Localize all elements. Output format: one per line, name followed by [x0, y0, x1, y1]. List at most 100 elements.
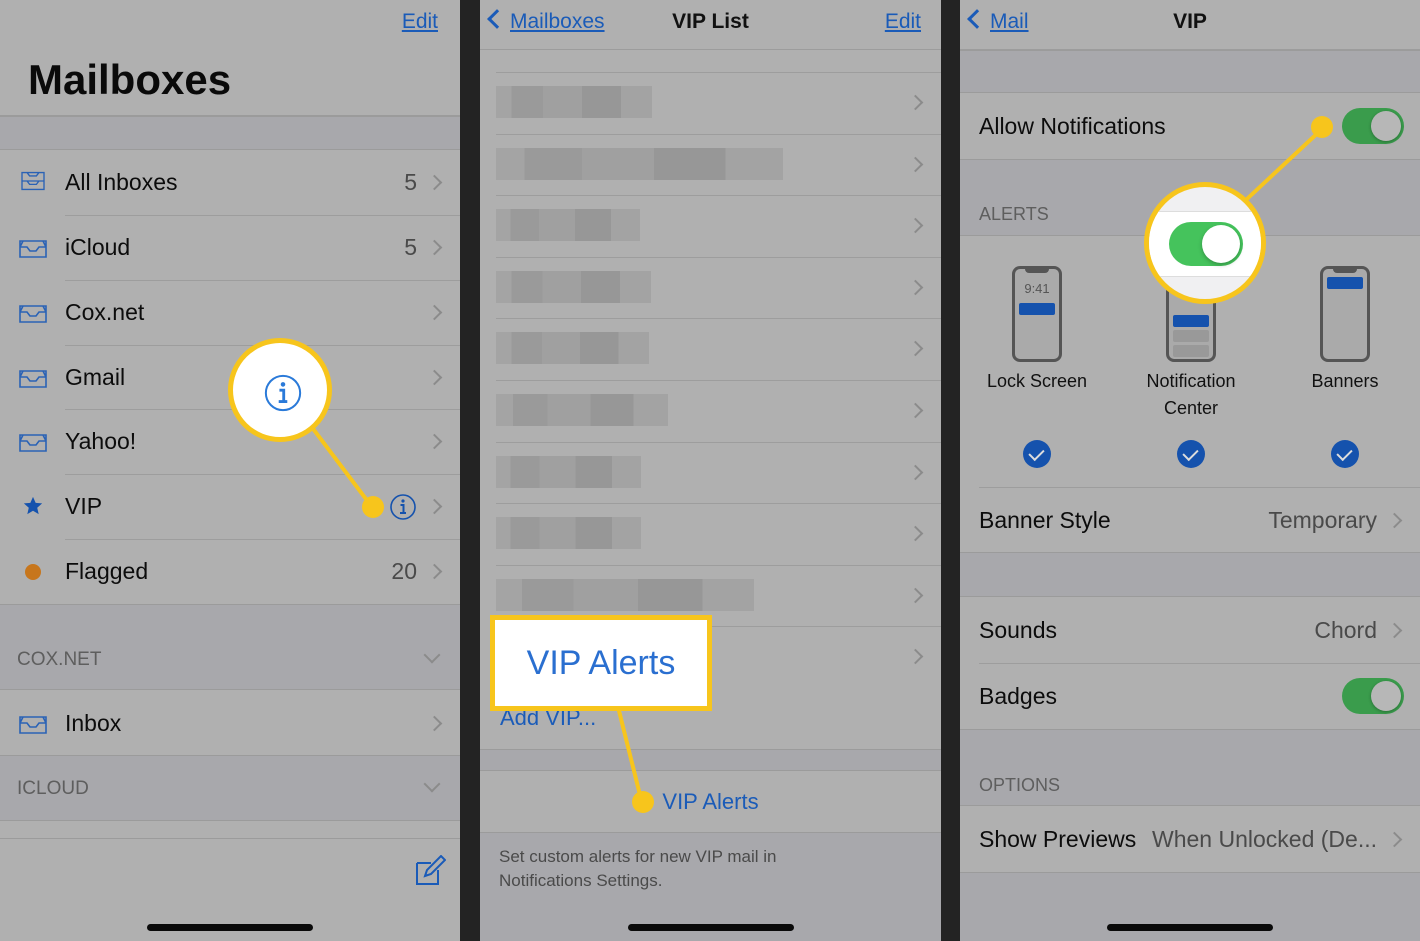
- page-title: Mailboxes: [28, 56, 232, 103]
- alert-style-label: Lock Screen: [986, 371, 1088, 391]
- vip-contact-row[interactable]: [480, 442, 941, 503]
- vip-list-screen: Mailboxes VIP List Edit Add VIP... VIP A…: [480, 0, 941, 941]
- chevron-right-icon: [907, 464, 924, 480]
- allow-notifications-toggle[interactable]: [1342, 108, 1404, 144]
- section-header-icloud[interactable]: ICLOUD: [0, 755, 460, 821]
- badges-row: Badges: [960, 663, 1420, 729]
- mailbox-label: iCloud: [65, 234, 131, 260]
- banner-style-label: Banner Style: [979, 506, 1111, 533]
- redacted-contact-name: [496, 517, 641, 550]
- chevron-right-icon: [426, 369, 443, 386]
- inbox-tray-icon: [19, 240, 47, 258]
- chevron-right-icon: [426, 498, 443, 515]
- banner-style-value: Temporary: [1268, 506, 1377, 533]
- toggle-knob: [1371, 111, 1401, 141]
- redacted-contact-name: [496, 270, 651, 303]
- mailbox-row-vip[interactable]: VIP: [0, 474, 460, 539]
- lock-screen-preview-icon[interactable]: 9:41: [1012, 266, 1062, 362]
- section-title: OPTIONS: [979, 775, 1061, 795]
- vip-contact-row[interactable]: [480, 134, 941, 195]
- phone-notch: [1333, 268, 1357, 273]
- redacted-contact-name: [496, 578, 754, 611]
- mailbox-row-cox-inbox[interactable]: Inbox: [0, 691, 460, 756]
- mailbox-row-all-inboxes[interactable]: All Inboxes 5: [0, 150, 460, 215]
- unread-count: 5: [404, 234, 417, 260]
- chevron-right-icon: [907, 279, 924, 296]
- vip-contact-row[interactable]: [480, 503, 941, 564]
- label-line: Notification: [1146, 371, 1236, 391]
- callout-dot: [1311, 116, 1333, 138]
- section-title: ALERTS: [979, 204, 1049, 224]
- callout-dot: [632, 791, 654, 813]
- section-title: COX.NET: [17, 649, 102, 670]
- vip-contact-row[interactable]: [480, 257, 941, 318]
- badges-toggle[interactable]: [1342, 678, 1404, 714]
- vip-contact-row[interactable]: [480, 195, 941, 256]
- alert-style-label: Banners: [1311, 371, 1379, 391]
- section-spacer: [960, 50, 1420, 93]
- allow-notifications-label: Allow Notifications: [979, 112, 1166, 139]
- mailbox-row-cox[interactable]: Cox.net: [0, 280, 460, 345]
- chevron-down-icon[interactable]: [423, 646, 441, 664]
- label-line: Center: [1163, 398, 1219, 418]
- section-spacer: [960, 552, 1420, 597]
- chevron-right-icon: [1386, 831, 1403, 847]
- vip-contact-row[interactable]: [480, 72, 941, 133]
- redacted-contact-name: [496, 147, 783, 180]
- section-header-cox[interactable]: COX.NET: [0, 604, 460, 690]
- show-previews-label: Show Previews: [979, 825, 1137, 852]
- chevron-right-icon: [426, 304, 443, 321]
- callout-label: VIP Alerts: [526, 643, 676, 682]
- mailbox-row-flagged[interactable]: Flagged 20: [0, 539, 460, 604]
- inbox-tray-icon: [19, 434, 47, 452]
- banners-preview-icon[interactable]: [1320, 266, 1370, 362]
- redacted-contact-name: [496, 394, 668, 426]
- mailbox-label: All Inboxes: [65, 169, 178, 195]
- navigation-bar: Mailboxes VIP List Edit: [480, 0, 941, 50]
- vip-alerts-row[interactable]: VIP Alerts: [480, 771, 941, 832]
- show-previews-row[interactable]: Show Previews When Unlocked (De...: [960, 806, 1420, 872]
- section-spacer: [480, 749, 941, 771]
- mailbox-row-yahoo[interactable]: Yahoo!: [0, 409, 460, 474]
- chevron-down-icon[interactable]: [423, 775, 441, 793]
- edit-button[interactable]: Edit: [402, 10, 438, 34]
- vip-contact-row[interactable]: [480, 380, 941, 441]
- redacted-contact-name: [496, 86, 652, 118]
- banners-checkmark-icon[interactable]: [1331, 440, 1359, 468]
- callout-magnifier: [228, 338, 332, 442]
- banner-style-row[interactable]: Banner Style Temporary: [960, 488, 1420, 552]
- compose-icon[interactable]: [414, 855, 446, 887]
- navigation-bar: Mail VIP: [960, 0, 1420, 50]
- toggle-knob: [1202, 225, 1240, 263]
- sounds-value: Chord: [1314, 616, 1377, 643]
- redacted-contact-name: [496, 455, 641, 488]
- mailbox-row-icloud[interactable]: iCloud 5: [0, 215, 460, 280]
- lock-screen-checkmark-icon[interactable]: [1023, 440, 1051, 468]
- notification-center-checkmark-icon[interactable]: [1177, 440, 1205, 468]
- vip-contact-row[interactable]: [480, 318, 941, 379]
- home-indicator: [627, 924, 794, 931]
- edit-button[interactable]: Edit: [885, 10, 921, 34]
- vip-alerts-button[interactable]: VIP Alerts: [662, 789, 758, 815]
- preview-banner: [1173, 345, 1209, 357]
- preview-banner: [1327, 277, 1363, 289]
- all-inboxes-tray-icon: [21, 171, 45, 191]
- mailbox-label: Cox.net: [65, 299, 145, 325]
- callout-magnifier: VIP Alerts: [490, 615, 712, 711]
- mailbox-label: Yahoo!: [65, 428, 137, 454]
- chevron-right-icon: [1386, 512, 1403, 528]
- footer-note: Set custom alerts for new VIP mail in No…: [499, 845, 776, 893]
- alert-style-label: Notification Center: [1116, 368, 1266, 422]
- chevron-right-icon: [907, 649, 924, 665]
- redacted-contact-name: [496, 209, 640, 242]
- sounds-row[interactable]: Sounds Chord: [960, 597, 1420, 663]
- mailboxes-screen: Edit Mailboxes All Inboxes 5 iCloud 5 Co…: [0, 0, 460, 941]
- preview-time: 9:41: [1024, 281, 1050, 296]
- chevron-right-icon: [426, 433, 443, 450]
- info-icon[interactable]: [389, 493, 417, 521]
- footer-line: Set custom alerts for new VIP mail in: [499, 847, 777, 866]
- chevron-right-icon: [907, 402, 924, 419]
- callout-magnifier: [1144, 182, 1266, 304]
- options-section-header: OPTIONS: [960, 729, 1420, 806]
- chevron-right-icon: [426, 239, 443, 256]
